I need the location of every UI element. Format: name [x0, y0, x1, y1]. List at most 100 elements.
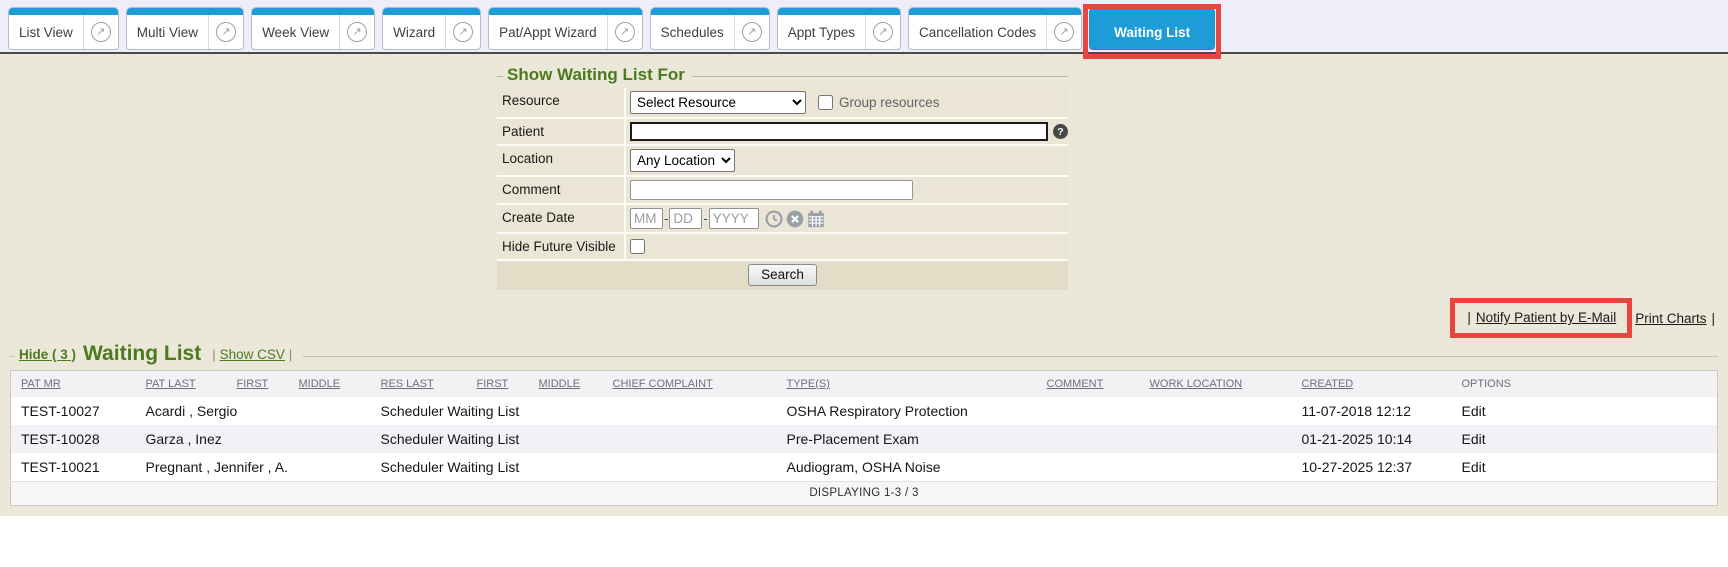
table-row: TEST-10028 Garza , Inez Scheduler Waitin…: [11, 425, 1718, 453]
hide-future-row: Hide Future Visible: [497, 234, 1068, 259]
tab-label: Cancellation Codes: [909, 25, 1046, 40]
clear-icon[interactable]: [786, 210, 804, 228]
edit-link[interactable]: Edit: [1462, 459, 1486, 475]
patient-input[interactable]: [630, 122, 1048, 141]
tab-appt-types[interactable]: Appt Types ↗: [777, 7, 901, 50]
help-icon[interactable]: ?: [1053, 124, 1068, 139]
create-date-row: Create Date - -: [497, 205, 1068, 232]
col-first[interactable]: FIRST: [227, 371, 289, 398]
edit-link[interactable]: Edit: [1462, 403, 1486, 419]
notify-patient-by-email-link[interactable]: Notify Patient by E-Mail: [1476, 310, 1616, 325]
resource-select[interactable]: Select Resource: [630, 91, 806, 114]
cell-created: 10-27-2025 12:37: [1292, 453, 1452, 482]
cell-res-name: Scheduler Waiting List: [371, 425, 467, 453]
search-row: Search: [497, 261, 1068, 290]
col-work-location[interactable]: WORK LOCATION: [1140, 371, 1292, 398]
col-comment[interactable]: COMMENT: [1037, 371, 1140, 398]
cell-created: 11-07-2018 12:12: [1292, 397, 1452, 425]
top-tab-bar: List View ↗ Multi View ↗ Week View ↗ Wiz…: [0, 0, 1728, 54]
col-types[interactable]: TYPE(S): [777, 371, 1037, 398]
cell-types: OSHA Respiratory Protection: [777, 397, 1037, 425]
cell-pat-mr: TEST-10028: [11, 425, 136, 453]
resource-label: Resource: [497, 88, 624, 117]
hide-link[interactable]: Hide ( 3 ): [19, 347, 76, 362]
tab-label: Multi View: [127, 25, 208, 40]
tab-cancellation-codes[interactable]: Cancellation Codes ↗: [908, 7, 1082, 50]
resource-row: Resource Select Resource Group resources: [497, 88, 1068, 117]
col-options: OPTIONS: [1452, 371, 1718, 398]
clock-icon[interactable]: [765, 210, 783, 228]
col-pat-last[interactable]: PAT LAST: [136, 371, 227, 398]
cell-pat-mr: TEST-10021: [11, 453, 136, 482]
show-waiting-list-form: Show Waiting List For Resource Select Re…: [497, 65, 1068, 290]
col-pat-mr[interactable]: PAT MR: [11, 371, 136, 398]
main-content: Show Waiting List For Resource Select Re…: [0, 54, 1728, 516]
hide-future-checkbox[interactable]: [630, 239, 645, 254]
cell-types: Pre-Placement Exam: [777, 425, 1037, 453]
group-resources-checkbox[interactable]: [818, 95, 833, 110]
comment-label: Comment: [497, 177, 624, 203]
calendar-icon[interactable]: [807, 210, 825, 228]
location-label: Location: [497, 146, 624, 175]
cell-created: 01-21-2025 10:14: [1292, 425, 1452, 453]
tab-week-view[interactable]: Week View ↗: [251, 7, 375, 50]
actions-row: | Notify Patient by E-Mail Print Charts …: [0, 296, 1728, 340]
group-resources-label: Group resources: [839, 95, 940, 110]
tab-list-view[interactable]: List View ↗: [8, 7, 119, 50]
patient-label: Patient: [497, 119, 624, 144]
open-in-new-icon[interactable]: ↗: [453, 22, 473, 42]
col-res-middle[interactable]: MIDDLE: [529, 371, 603, 398]
comment-input[interactable]: [630, 180, 913, 200]
tab-label: Schedules: [651, 25, 734, 40]
waiting-list-title: Waiting List: [83, 342, 201, 366]
col-res-last[interactable]: RES LAST: [371, 371, 467, 398]
col-chief-complaint[interactable]: CHIEF COMPLAINT: [603, 371, 777, 398]
form-title: Show Waiting List For: [507, 65, 685, 85]
comment-row: Comment: [497, 177, 1068, 203]
open-in-new-icon[interactable]: ↗: [91, 22, 111, 42]
tab-label: Week View: [252, 25, 339, 40]
col-res-first[interactable]: FIRST: [467, 371, 529, 398]
col-created[interactable]: CREATED: [1292, 371, 1452, 398]
patient-row: Patient ?: [497, 119, 1068, 144]
notify-red-highlight: | Notify Patient by E-Mail: [1450, 298, 1632, 338]
open-in-new-icon[interactable]: ↗: [873, 22, 893, 42]
tab-multi-view[interactable]: Multi View ↗: [126, 7, 244, 50]
displaying-count: DISPLAYING 1-3 / 3: [11, 482, 1718, 506]
create-date-label: Create Date: [497, 205, 624, 232]
hide-future-label: Hide Future Visible: [497, 234, 624, 259]
tab-schedules[interactable]: Schedules ↗: [650, 7, 770, 50]
open-in-new-icon[interactable]: ↗: [615, 22, 635, 42]
table-footer-row: DISPLAYING 1-3 / 3: [11, 482, 1718, 506]
year-input[interactable]: [709, 208, 759, 229]
col-middle[interactable]: MIDDLE: [289, 371, 371, 398]
cell-pat-name: Garza , Inez: [136, 425, 227, 453]
cell-pat-mr: TEST-10027: [11, 397, 136, 425]
cell-res-name: Scheduler Waiting List: [371, 397, 467, 425]
search-button[interactable]: Search: [748, 264, 817, 286]
location-select[interactable]: Any Location: [630, 149, 735, 172]
cell-pat-name: Pregnant , Jennifer , A.: [136, 453, 227, 482]
open-in-new-icon[interactable]: ↗: [216, 22, 236, 42]
table-header-row: PAT MR PAT LAST FIRST MIDDLE RES LAST FI…: [11, 371, 1718, 398]
open-in-new-icon[interactable]: ↗: [1054, 22, 1074, 42]
tab-label: Appt Types: [778, 25, 865, 40]
month-input[interactable]: [630, 208, 663, 229]
tab-label: Pat/Appt Wizard: [489, 25, 607, 40]
tab-label: List View: [9, 25, 83, 40]
cell-res-name: Scheduler Waiting List: [371, 453, 467, 482]
open-in-new-icon[interactable]: ↗: [347, 22, 367, 42]
cell-types: Audiogram, OSHA Noise: [777, 453, 1037, 482]
edit-link[interactable]: Edit: [1462, 431, 1486, 447]
day-input[interactable]: [669, 208, 702, 229]
open-in-new-icon[interactable]: ↗: [742, 22, 762, 42]
location-row: Location Any Location: [497, 146, 1068, 175]
tab-waiting-list-active-red-highlight[interactable]: Waiting List: [1089, 7, 1215, 50]
cell-pat-name: Acardi , Sergio: [136, 397, 227, 425]
show-csv-link[interactable]: Show CSV: [220, 347, 285, 362]
waiting-list-table: PAT MR PAT LAST FIRST MIDDLE RES LAST FI…: [10, 370, 1718, 506]
tab-pat-appt-wizard[interactable]: Pat/Appt Wizard ↗: [488, 7, 643, 50]
tab-wizard[interactable]: Wizard ↗: [382, 7, 481, 50]
print-charts-link[interactable]: Print Charts: [1635, 311, 1706, 326]
table-row: TEST-10021 Pregnant , Jennifer , A. Sche…: [11, 453, 1718, 482]
